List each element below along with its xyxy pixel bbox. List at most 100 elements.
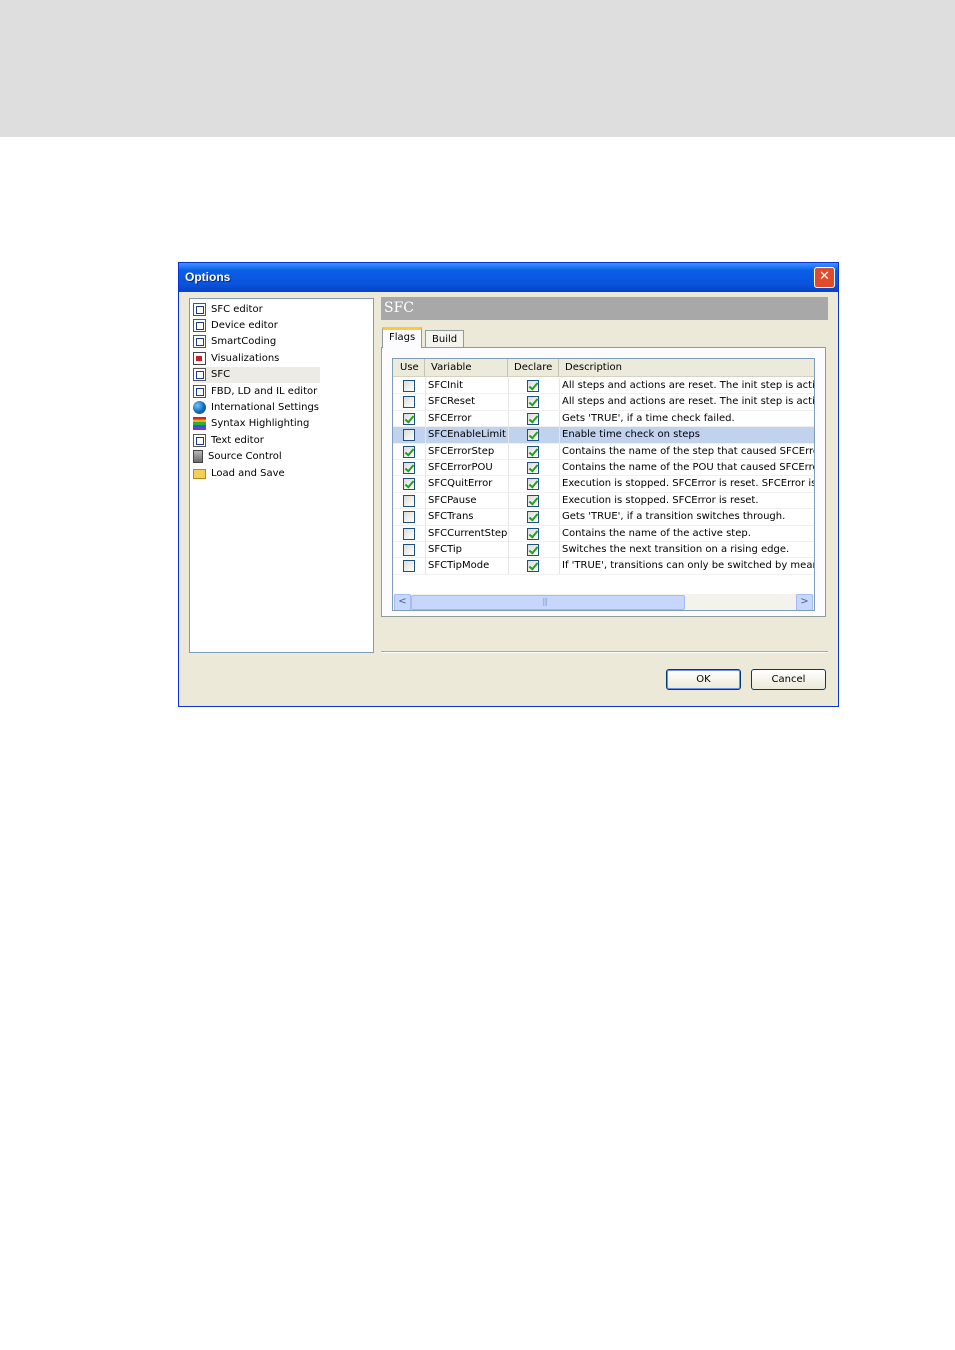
table-row[interactable]: SFCErrorPOU Contains the name of the POU … [393, 460, 814, 477]
tree-item[interactable]: SFC [193, 366, 320, 383]
table-row[interactable]: SFCEnableLimit Enable time check on steps [393, 427, 814, 444]
description-cell: Enable time check on steps [562, 429, 700, 441]
table-row[interactable]: SFCTipMode If 'TRUE', transitions can onl… [393, 558, 814, 575]
table-row[interactable]: SFCErrorStep Contains the name of the ste… [393, 443, 814, 460]
declare-checkbox[interactable] [527, 527, 539, 540]
tree-item[interactable]: International Settings [193, 399, 319, 415]
tree-item-label: Text editor [211, 434, 264, 446]
column-header-description[interactable]: Description [559, 359, 814, 377]
use-checkbox[interactable] [403, 445, 415, 458]
column-separator [425, 476, 426, 493]
tree-item-label: Visualizations [211, 352, 280, 364]
variable-cell: SFCErrorPOU [428, 462, 493, 473]
declare-checkbox[interactable] [527, 478, 539, 491]
column-separator [508, 443, 509, 460]
column-separator [425, 509, 426, 526]
variable-cell: SFCCurrentStep [428, 527, 508, 539]
use-checkbox[interactable] [403, 412, 415, 425]
table-row[interactable]: SFCPause Execution is stopped. SFCError i… [393, 492, 814, 510]
tree-item-label: SmartCoding [211, 336, 277, 348]
tree-item[interactable]: SmartCoding [193, 334, 276, 350]
tree-item[interactable]: Device editor [193, 317, 278, 333]
column-separator [425, 492, 426, 509]
tree-item-label: Device editor [211, 319, 278, 331]
tree-item[interactable]: Source Control [193, 449, 282, 465]
variable-cell: SFCQuitError [428, 478, 493, 490]
section-title: SFC [381, 297, 828, 320]
description-cell: Gets 'TRUE', if a time check failed. [562, 412, 735, 424]
tab-flags[interactable]: Flags [382, 327, 423, 348]
use-checkbox[interactable] [403, 478, 415, 491]
editor-icon [193, 384, 206, 398]
column-separator [559, 443, 560, 460]
variable-cell: SFCInit [428, 380, 464, 391]
column-separator [559, 476, 560, 493]
use-checkbox[interactable] [403, 494, 415, 507]
horizontal-scrollbar[interactable]: < > [393, 594, 814, 610]
column-separator [559, 509, 560, 526]
scroll-thumb[interactable] [411, 595, 685, 610]
column-separator [508, 460, 509, 476]
description-cell: If 'TRUE', transitions can only be switc… [562, 560, 814, 572]
cancel-button[interactable]: Cancel [751, 669, 826, 690]
scroll-left-button[interactable]: < [394, 594, 411, 610]
tree-item[interactable]: Visualizations [193, 350, 279, 366]
title-bar: Options ✕ [179, 263, 838, 292]
column-header-use[interactable]: Use [393, 359, 425, 377]
device-icon [193, 318, 206, 332]
variable-cell: SFCTipMode [428, 560, 490, 572]
declare-checkbox[interactable] [527, 462, 539, 474]
dialog-title: Options [185, 270, 231, 284]
table-row[interactable]: SFCError Gets 'TRUE', if a time check fai… [393, 410, 814, 428]
flags-grid: Use Variable Declare Description SFCInit… [392, 358, 815, 611]
column-separator [559, 558, 560, 575]
tree-item-label: Source Control [208, 451, 282, 463]
column-separator [425, 427, 426, 444]
table-row[interactable]: SFCCurrentStep Contains the name of the a… [393, 525, 814, 542]
declare-checkbox[interactable] [527, 396, 539, 409]
declare-checkbox[interactable] [527, 560, 539, 573]
column-separator [559, 427, 560, 444]
column-separator [508, 378, 509, 394]
declare-checkbox[interactable] [527, 511, 539, 524]
column-separator [425, 394, 426, 411]
grid-header: Use Variable Declare Description [393, 359, 814, 377]
use-checkbox[interactable] [403, 429, 415, 442]
tree-item-label: Syntax Highlighting [211, 418, 310, 430]
use-checkbox[interactable] [403, 544, 415, 556]
column-separator [559, 378, 560, 394]
table-row[interactable]: SFCQuitError Execution is stopped. SFCErr… [393, 476, 814, 493]
use-checkbox[interactable] [403, 380, 415, 392]
options-tree: SFC editor Device editor SmartCoding Visual… [189, 298, 374, 653]
column-header-declare[interactable]: Declare [508, 359, 559, 377]
table-row[interactable]: SFCReset All steps and actions are reset.… [393, 394, 814, 411]
tree-item[interactable]: Syntax Highlighting [193, 416, 309, 432]
declare-checkbox[interactable] [527, 429, 539, 442]
use-checkbox[interactable] [403, 511, 415, 524]
declare-checkbox[interactable] [527, 544, 539, 556]
tree-item[interactable]: FBD, LD and IL editor [193, 383, 317, 399]
ok-button[interactable]: OK [666, 669, 741, 690]
column-separator [508, 542, 509, 558]
tree-item[interactable]: SFC editor [193, 301, 263, 317]
column-separator [425, 460, 426, 476]
use-checkbox[interactable] [403, 560, 415, 573]
variable-cell: SFCReset [428, 396, 476, 408]
use-checkbox[interactable] [403, 396, 415, 409]
column-header-variable[interactable]: Variable [425, 359, 508, 377]
column-separator [508, 525, 509, 542]
declare-checkbox[interactable] [527, 445, 539, 458]
table-row[interactable]: SFCTip Switches the next transition on a … [393, 542, 814, 559]
use-checkbox[interactable] [403, 462, 415, 474]
declare-checkbox[interactable] [527, 412, 539, 425]
table-row[interactable]: SFCTrans Gets 'TRUE', if a transition swi… [393, 509, 814, 526]
variable-cell: SFCTip [428, 544, 463, 555]
declare-checkbox[interactable] [527, 380, 539, 392]
tree-item[interactable]: Text editor [193, 432, 264, 448]
declare-checkbox[interactable] [527, 494, 539, 507]
scroll-right-button[interactable]: > [796, 594, 813, 610]
table-row[interactable]: SFCInit All steps and actions are reset. … [393, 378, 814, 395]
tree-item[interactable]: Load and Save [193, 465, 285, 481]
use-checkbox[interactable] [403, 527, 415, 540]
close-button[interactable]: ✕ [814, 267, 835, 288]
